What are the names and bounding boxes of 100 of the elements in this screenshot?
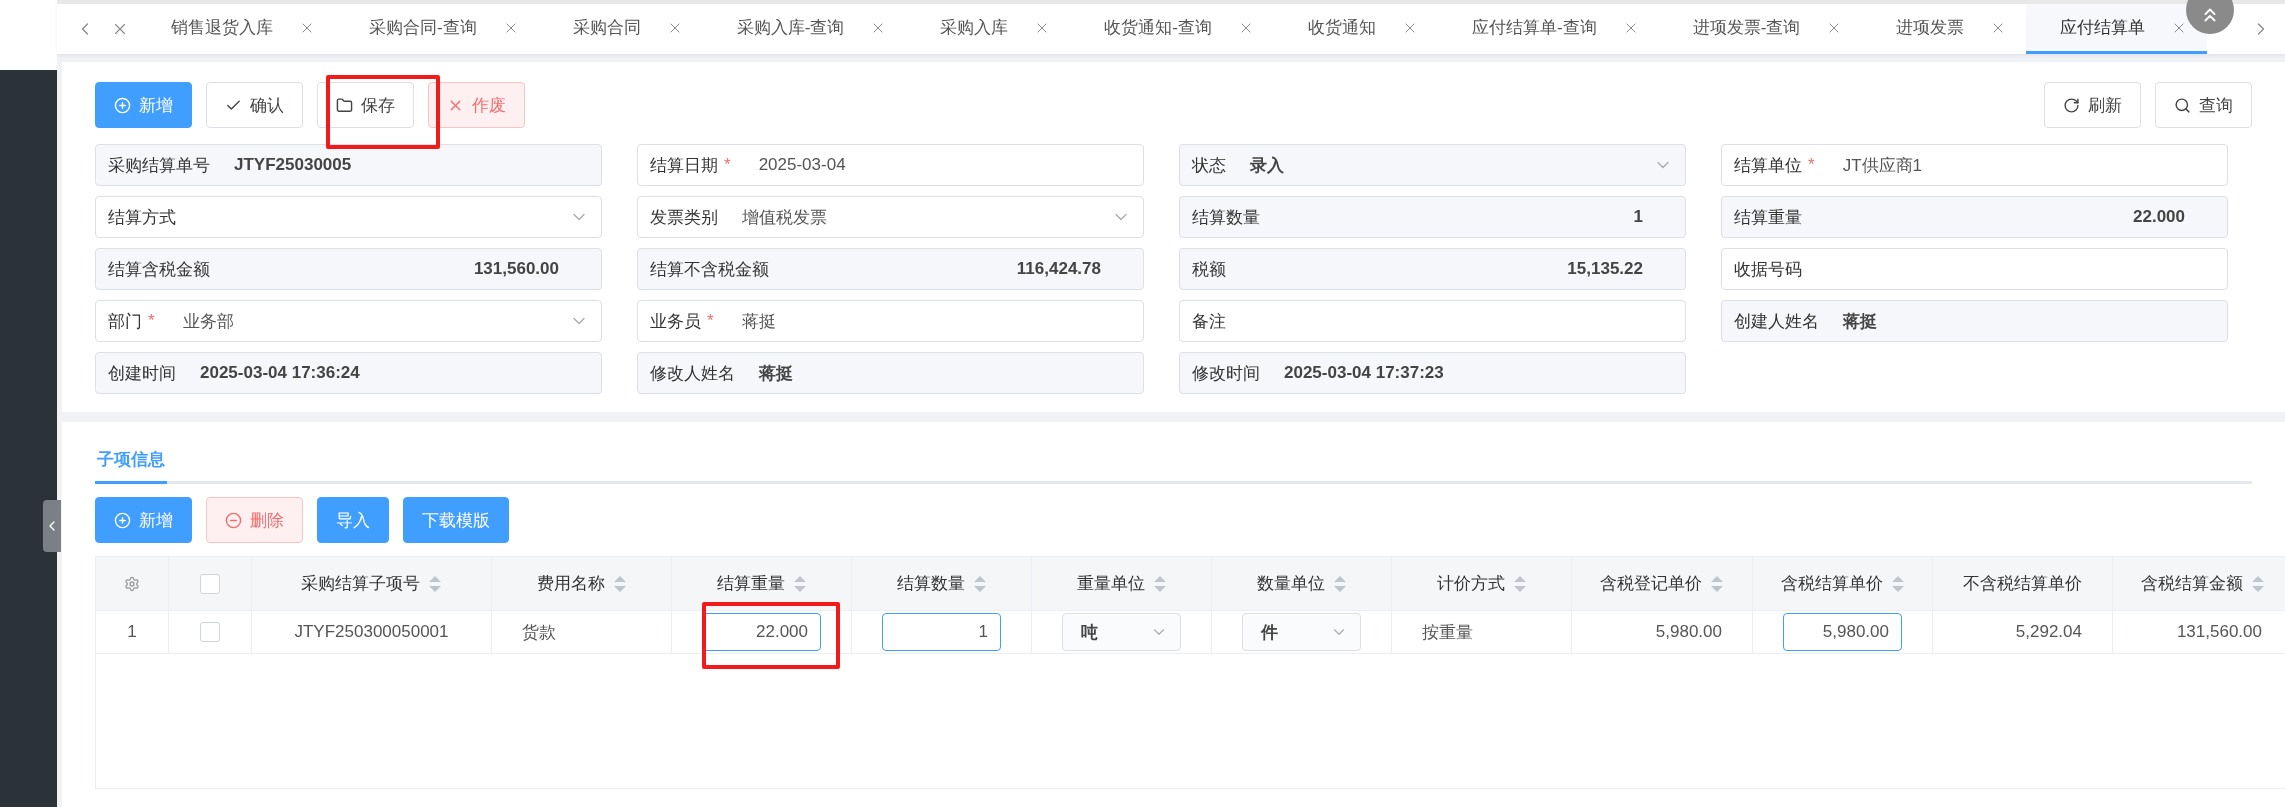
field-label: 修改人姓名 [650,362,735,385]
refresh-button[interactable]: 刷新 [2044,82,2141,128]
sort-icon[interactable] [612,573,627,594]
form-field[interactable]: 税额 15,135.22 [1179,248,1686,290]
field-label: 结算不含税金额 [650,258,769,281]
form-field[interactable]: 结算数量 1 [1179,196,1686,238]
form-field[interactable]: 修改人姓名 蒋挺 [637,352,1144,394]
form-field[interactable]: 采购结算单号 JTYF25030005 [95,144,602,186]
unit-select[interactable]: 吨 [1062,613,1181,651]
refresh-icon [2063,96,2080,114]
form-field[interactable]: 收据号码 [1721,248,2228,290]
collapse-handle[interactable] [43,500,61,552]
page-tab[interactable]: 采购入库-查询 [702,4,907,54]
sort-icon[interactable] [2250,573,2265,594]
page-tab[interactable]: 收货通知 [1274,4,1438,54]
page-tab[interactable]: 进项发票-查询 [1658,4,1863,54]
save-button[interactable]: 保存 [317,82,414,128]
field-value: JTYF25030005 [234,155,352,175]
search-button[interactable]: 查询 [2155,82,2252,128]
column-header: 结算重量 [716,573,785,595]
column-header: 费用名称 [536,573,605,595]
page-tab[interactable]: 应付结算单 [2026,4,2208,54]
page-tab[interactable]: 销售退货入库 [137,4,335,54]
select-field[interactable]: 部门 * 业务部 [95,300,602,342]
field-label: 状态 [1192,154,1226,177]
page-tab[interactable]: 进项发票 [1862,4,2027,54]
sort-icon[interactable] [1890,573,1905,594]
settings-icon[interactable] [124,575,140,592]
sort-icon[interactable] [1512,573,1527,594]
column-header: 不含税结算单价 [1963,573,2082,595]
column-header: 含税结算单价 [1780,573,1883,595]
field-value: 15,135.22 [1567,259,1643,279]
form-field[interactable]: 修改时间 2025-03-04 17:37:23 [1179,352,1686,394]
field-label: 备注 [1192,310,1226,333]
column-header: 计价方式 [1436,573,1505,595]
folder-icon [336,96,353,114]
form-field[interactable]: 结算单位 * JT供应商1 [1721,144,2228,186]
form-field[interactable]: 结算含税金额 131,560.00 [95,248,602,290]
sort-icon[interactable] [972,573,987,594]
minus-circle-icon [225,511,242,529]
page-tab[interactable]: 采购入库 [906,4,1071,54]
field-label: 创建时间 [108,362,176,385]
table-cell: JTYF250300050001 [294,622,449,642]
table-cell: 131,560.00 [2176,622,2262,642]
field-value: 蒋挺 [741,310,776,333]
field-label: 结算含税金额 [108,258,210,281]
select-field[interactable]: 结算方式 [95,196,602,238]
unit-select[interactable]: 件 [1242,613,1361,651]
column-header: 数量单位 [1256,573,1325,595]
field-label: 结算方式 [108,206,176,229]
field-value: 蒋挺 [759,362,793,385]
form-field[interactable]: 结算日期 * 2025-03-04 [637,144,1144,186]
field-value: JT供应商1 [1842,154,1922,177]
field-label: 业务员 [650,310,701,333]
column-header: 采购结算子项号 [301,573,420,595]
form-field[interactable]: 创建人姓名 蒋挺 [1721,300,2228,342]
sort-icon[interactable] [1710,573,1724,594]
form-field[interactable]: 结算重量 22.000 [1721,196,2228,238]
field-value: 2025-03-04 17:36:24 [200,363,360,383]
page-tab[interactable]: 应付结算单-查询 [1438,4,1659,54]
number-input[interactable]: 1 [882,613,1001,651]
checkbox[interactable] [200,622,220,642]
field-label: 发票类别 [650,206,718,229]
field-value: 增值税发票 [742,206,827,229]
select-field[interactable]: 发票类别 增值税发票 [637,196,1144,238]
page-tab[interactable]: 采购合同 [538,4,703,54]
field-value: 116,424.78 [1016,259,1101,279]
column-header: 结算数量 [896,573,965,595]
field-label: 结算数量 [1192,206,1260,229]
table-cell: 5,980.00 [1655,622,1722,642]
table-cell: 5,292.04 [2015,622,2082,642]
number-input[interactable]: 5,980.00 [1783,613,1902,651]
column-header: 含税结算金额 [2140,573,2243,595]
checkbox[interactable] [200,573,220,594]
sort-icon[interactable] [792,573,807,594]
page-tab[interactable]: 采购合同-查询 [335,4,539,54]
required-mark: * [724,155,731,175]
column-header: 含税登记单价 [1600,573,1702,595]
required-mark: * [148,311,155,331]
field-label: 创建人姓名 [1734,310,1819,333]
sort-icon[interactable] [428,573,442,594]
form-field[interactable]: 备注 [1179,300,1686,342]
field-value: 录入 [1250,154,1284,177]
confirm-button[interactable]: 确认 [206,82,303,128]
column-header: 重量单位 [1076,573,1145,595]
field-label: 收据号码 [1734,258,1802,281]
form-field[interactable]: 创建时间 2025-03-04 17:36:24 [95,352,602,394]
field-value: 131,560.00 [473,259,559,279]
sort-icon[interactable] [1152,573,1167,594]
sort-icon[interactable] [1332,573,1347,594]
form-field[interactable]: 结算不含税金额 116,424.78 [637,248,1144,290]
field-value: 2025-03-04 [758,155,846,175]
field-label: 结算单位 [1734,154,1802,177]
field-label: 采购结算单号 [108,154,210,177]
form-field[interactable]: 业务员 * 蒋挺 [637,300,1144,342]
field-label: 修改时间 [1192,362,1260,385]
page-tab[interactable]: 收货通知-查询 [1070,4,1274,54]
field-value: 1 [1633,207,1643,227]
field-value: 2025-03-04 17:37:23 [1284,363,1444,383]
field-label: 税额 [1192,258,1226,281]
